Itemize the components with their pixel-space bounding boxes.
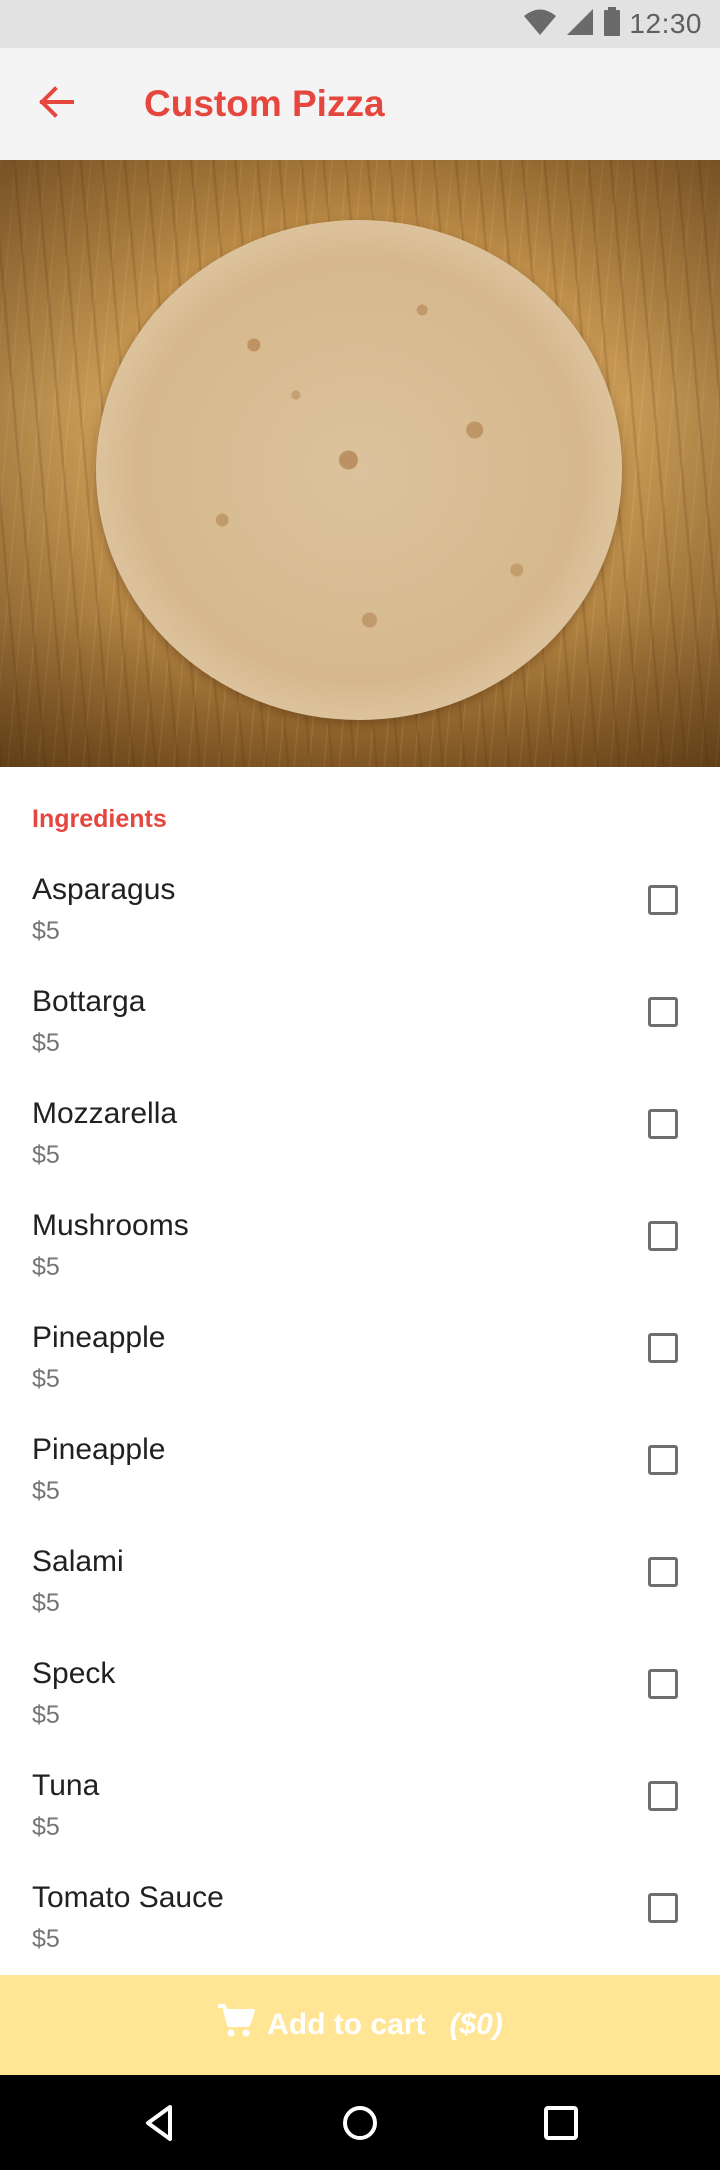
ingredient-price: $5 <box>32 917 60 945</box>
ingredient-price: $5 <box>32 1253 60 1281</box>
wifi-icon <box>523 7 557 42</box>
ingredient-checkbox[interactable] <box>648 997 678 1027</box>
list-item[interactable]: Tomato Sauce $5 <box>0 1871 720 1983</box>
ingredient-name: Speck <box>32 1657 116 1690</box>
pizza-base-image <box>0 160 720 767</box>
back-triangle-icon[interactable] <box>140 2103 180 2143</box>
list-item[interactable]: Salami $5 <box>0 1535 720 1647</box>
status-bar: 12:30 <box>0 0 720 48</box>
ingredients-section: Ingredients Asparagus $5 Bottarga $5 Moz… <box>0 767 720 1975</box>
ingredient-name: Tomato Sauce <box>32 1881 224 1914</box>
status-time: 12:30 <box>629 8 702 39</box>
ingredient-checkbox[interactable] <box>648 1221 678 1251</box>
ingredient-name: Tuna <box>32 1769 100 1802</box>
list-item[interactable]: Speck $5 <box>0 1647 720 1759</box>
ingredient-price: $5 <box>32 1925 60 1953</box>
home-circle-icon[interactable] <box>340 2103 380 2143</box>
ingredient-name: Salami <box>32 1545 124 1578</box>
battery-icon <box>603 6 621 42</box>
ingredient-price: $5 <box>32 1477 60 1505</box>
ingredient-checkbox[interactable] <box>648 1445 678 1475</box>
ingredient-checkbox[interactable] <box>648 1669 678 1699</box>
ingredient-price: $5 <box>32 1701 60 1729</box>
list-item[interactable]: Pineapple $5 <box>0 1311 720 1423</box>
page-title: Custom Pizza <box>144 83 385 124</box>
list-item[interactable]: Mushrooms $5 <box>0 1199 720 1311</box>
ingredient-checkbox[interactable] <box>648 1781 678 1811</box>
add-to-cart-label: Add to cart <box>267 2008 426 2041</box>
ingredient-checkbox[interactable] <box>648 1893 678 1923</box>
list-item[interactable]: Tuna $5 <box>0 1759 720 1871</box>
list-item[interactable]: Mozzarella $5 <box>0 1087 720 1199</box>
section-header-ingredients: Ingredients <box>32 805 167 833</box>
ingredient-name: Asparagus <box>32 873 176 906</box>
ingredient-price: $5 <box>32 1365 60 1393</box>
signal-icon <box>565 7 595 42</box>
ingredient-price: $5 <box>32 1029 60 1057</box>
ingredient-checkbox[interactable] <box>648 1333 678 1363</box>
pizza-base <box>96 220 622 720</box>
ingredient-name: Mushrooms <box>32 1209 189 1242</box>
ingredient-checkbox[interactable] <box>648 1109 678 1139</box>
ingredient-name: Pineapple <box>32 1321 166 1354</box>
ingredients-list: Asparagus $5 Bottarga $5 Mozzarella $5 M… <box>0 863 720 1983</box>
ingredient-checkbox[interactable] <box>648 885 678 915</box>
shopping-cart-icon <box>217 2003 256 2047</box>
add-to-cart-button[interactable]: Add to cart ($0) <box>0 1975 720 2075</box>
list-item[interactable]: Pineapple $5 <box>0 1423 720 1535</box>
system-nav-bar <box>0 2075 720 2170</box>
arrow-back-icon <box>38 85 74 123</box>
app-bar: Custom Pizza <box>0 48 720 160</box>
ingredient-name: Mozzarella <box>32 1097 178 1130</box>
ingredient-price: $5 <box>32 1813 60 1841</box>
ingredient-name: Bottarga <box>32 985 146 1018</box>
ingredient-name: Pineapple <box>32 1433 166 1466</box>
back-button[interactable] <box>36 84 76 124</box>
recents-square-icon[interactable] <box>541 2103 581 2143</box>
list-item[interactable]: Asparagus $5 <box>0 863 720 975</box>
list-item[interactable]: Bottarga $5 <box>0 975 720 1087</box>
ingredient-checkbox[interactable] <box>648 1557 678 1587</box>
ingredient-price: $5 <box>32 1141 60 1169</box>
cart-total: ($0) <box>449 2008 503 2041</box>
ingredient-price: $5 <box>32 1589 60 1617</box>
